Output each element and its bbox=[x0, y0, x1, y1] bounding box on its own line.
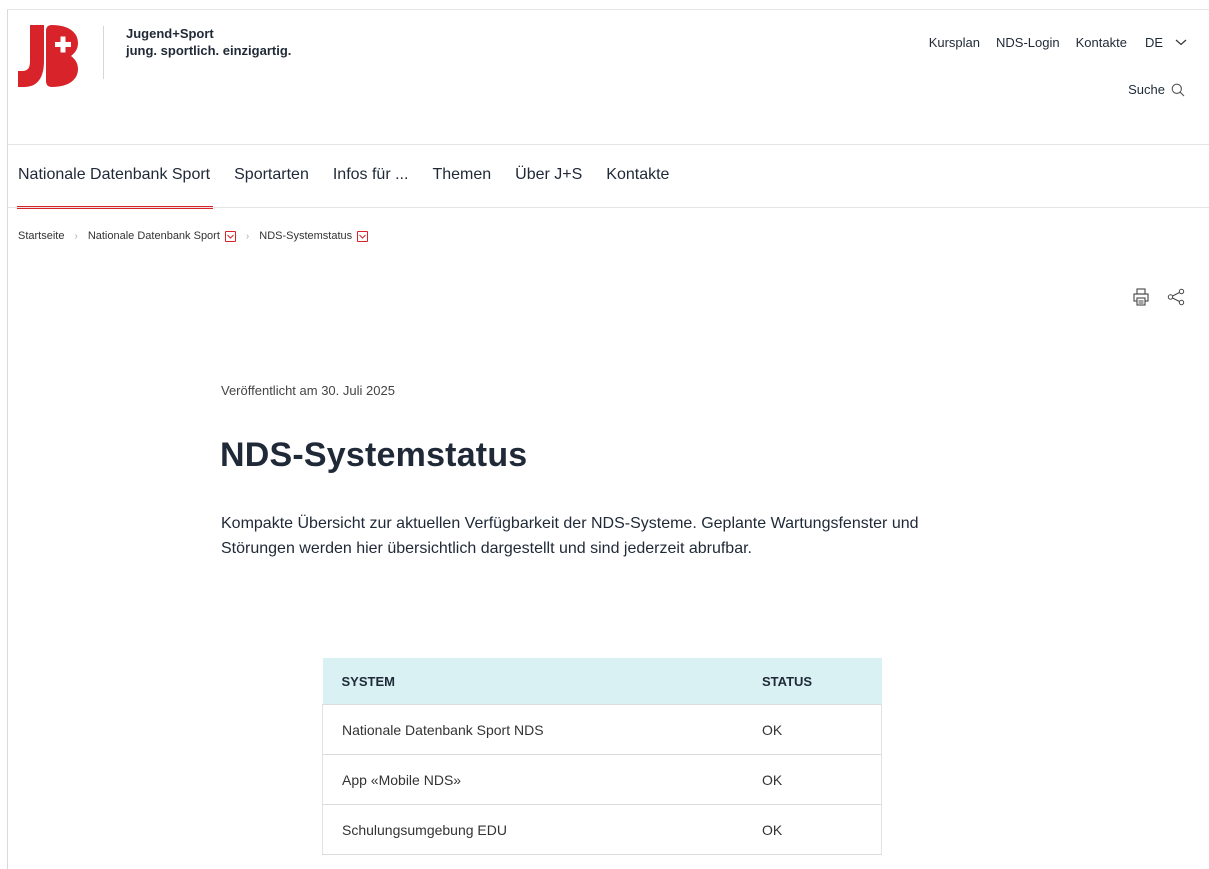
table-row: Nationale Datenbank Sport NDS OK bbox=[322, 704, 882, 755]
table-row: App «Mobile NDS» OK bbox=[322, 754, 882, 805]
system-name-cell: App «Mobile NDS» bbox=[322, 754, 762, 805]
nav-item-ueber-js[interactable]: Über J+S bbox=[515, 166, 582, 196]
published-date: Veröffentlicht am 30. Juli 2025 bbox=[221, 383, 395, 398]
breadcrumb: Startseite › Nationale Datenbank Sport ›… bbox=[18, 230, 369, 242]
status-cell: OK bbox=[762, 754, 882, 805]
page-frame-top bbox=[7, 9, 1209, 10]
column-header-status: STATUS bbox=[762, 673, 813, 689]
status-table: SYSTEM STATUS Nationale Datenbank Sport … bbox=[322, 658, 882, 855]
nav-item-themen[interactable]: Themen bbox=[432, 166, 491, 196]
nav-item-nationale-datenbank-sport[interactable]: Nationale Datenbank Sport bbox=[16, 166, 214, 209]
table-header-row: SYSTEM STATUS bbox=[322, 658, 882, 705]
page-title: NDS-Systemstatus bbox=[220, 436, 528, 474]
page-frame-left bbox=[7, 9, 8, 869]
breadcrumb-separator-icon: › bbox=[74, 230, 78, 242]
print-icon[interactable] bbox=[1133, 288, 1149, 306]
service-link-kursplan[interactable]: Kursplan bbox=[929, 35, 980, 50]
search-button[interactable]: Suche bbox=[1128, 82, 1185, 97]
breadcrumb-dropdown-icon[interactable] bbox=[224, 230, 236, 242]
brand-divider bbox=[103, 26, 104, 79]
column-header-system: SYSTEM bbox=[341, 673, 395, 689]
language-selector[interactable]: DE bbox=[1145, 35, 1187, 50]
nav-item-sportarten[interactable]: Sportarten bbox=[234, 166, 309, 196]
breadcrumb-separator-icon: › bbox=[245, 230, 250, 242]
search-label: Suche bbox=[1128, 82, 1165, 97]
js-logo-icon bbox=[18, 25, 78, 87]
service-link-nds-login[interactable]: NDS-Login bbox=[996, 35, 1060, 50]
status-cell: OK bbox=[762, 804, 882, 855]
breadcrumb-dropdown-icon[interactable] bbox=[357, 230, 369, 242]
chevron-down-icon bbox=[1175, 34, 1187, 49]
status-cell: OK bbox=[762, 704, 882, 755]
nav-item-kontakte[interactable]: Kontakte bbox=[606, 166, 669, 196]
system-name-cell: Nationale Datenbank Sport NDS bbox=[322, 704, 762, 755]
brand-tagline: jung. sportlich. einzigartig. bbox=[126, 43, 292, 58]
table-row: Schulungsumgebung EDU OK bbox=[322, 804, 882, 855]
service-nav: Kursplan NDS-Login Kontakte DE bbox=[913, 35, 1187, 50]
search-icon bbox=[1171, 83, 1185, 96]
brand-name: Jugend+Sport bbox=[126, 26, 214, 41]
brand-text: Jugend+Sport jung. sportlich. einzigarti… bbox=[126, 25, 291, 59]
share-icon[interactable] bbox=[1167, 288, 1185, 306]
js-logo[interactable] bbox=[18, 25, 78, 92]
service-link-kontakte[interactable]: Kontakte bbox=[1076, 35, 1127, 50]
system-name-cell: Schulungsumgebung EDU bbox=[322, 804, 762, 855]
main-nav: Nationale Datenbank Sport Sportarten Inf… bbox=[16, 166, 693, 209]
page-tools bbox=[1115, 288, 1185, 306]
breadcrumb-nds[interactable]: Nationale Datenbank Sport bbox=[88, 230, 220, 242]
breadcrumb-current: NDS-Systemstatus bbox=[259, 230, 353, 242]
intro-text: Kompakte Übersicht zur aktuellen Verfügb… bbox=[221, 515, 919, 557]
breadcrumb-home[interactable]: Startseite bbox=[18, 230, 64, 242]
nav-divider bbox=[8, 207, 1209, 208]
language-label: DE bbox=[1144, 35, 1163, 50]
nav-item-infos-fuer[interactable]: Infos für ... bbox=[333, 166, 409, 196]
header-divider bbox=[8, 144, 1209, 145]
